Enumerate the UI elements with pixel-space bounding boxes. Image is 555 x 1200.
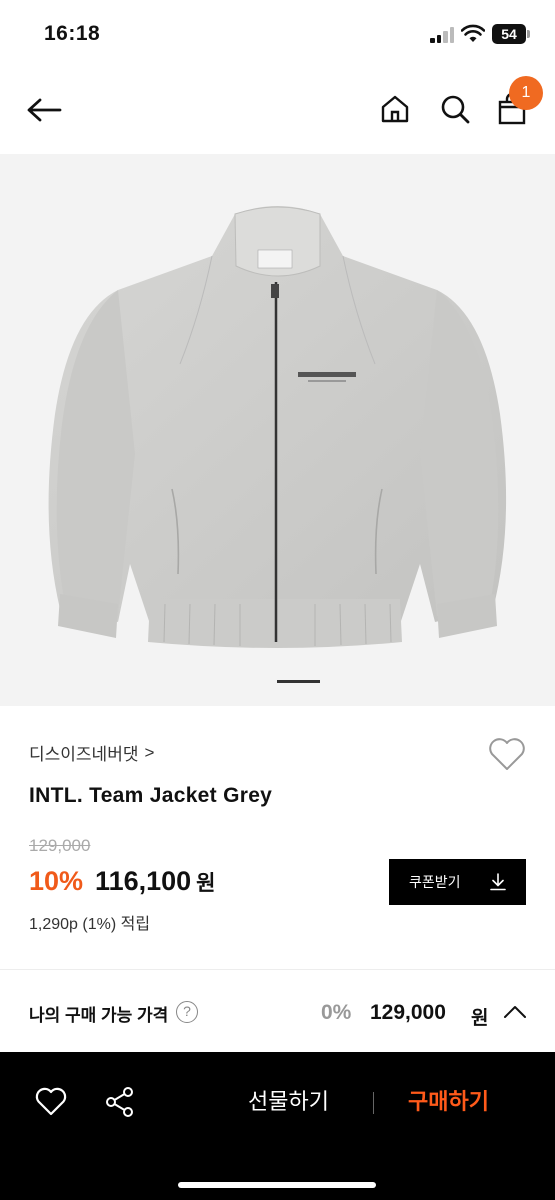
coupon-label: 쿠폰받기 [409, 874, 461, 890]
chevron-right-icon: > [144, 742, 155, 762]
heart-icon [489, 738, 525, 770]
back-arrow-icon [27, 98, 62, 122]
signal-icon [430, 27, 456, 43]
wishlist-button[interactable] [34, 1085, 68, 1119]
bottom-action-bar: 선물하기 구매하기 [0, 1052, 555, 1200]
chevron-up-icon[interactable] [503, 1003, 527, 1021]
reward-points: 1,290p (1%) 적립 [29, 916, 151, 933]
download-icon [490, 873, 506, 891]
product-image-carousel[interactable] [0, 154, 555, 706]
home-icon [381, 95, 409, 123]
product-name: INTL. Team Jacket Grey [29, 784, 273, 807]
price-row: 10% 116,100 원 [29, 866, 215, 897]
help-icon[interactable]: ? [176, 1001, 198, 1023]
wifi-icon [461, 24, 485, 42]
currency-unit: 원 [196, 872, 216, 895]
battery-tip [527, 30, 530, 38]
brand-name: 디스이즈네버댓 [29, 745, 139, 764]
top-nav [0, 70, 555, 154]
available-currency: 원 [471, 1008, 489, 1029]
like-button[interactable] [487, 736, 527, 772]
status-time: 16:18 [44, 22, 101, 45]
available-price-label: 나의 구매 가능 가격 [29, 1006, 169, 1025]
available-price: 129,000 [370, 1001, 446, 1024]
back-button[interactable] [22, 88, 66, 132]
home-indicator[interactable] [178, 1182, 376, 1188]
home-button[interactable] [374, 88, 416, 130]
carousel-indicator [277, 680, 320, 683]
cart-count-badge: 1 [509, 76, 543, 110]
jacket-image [48, 206, 507, 648]
available-discount: 0% [321, 1001, 352, 1024]
gift-button[interactable]: 선물하기 [248, 1084, 329, 1116]
sale-price: 116,100 [95, 866, 192, 896]
discount-rate: 10% [29, 866, 84, 896]
separator [373, 1092, 374, 1114]
buy-button[interactable]: 구매하기 [408, 1084, 489, 1116]
brand-link[interactable]: 디스이즈네버댓 > [29, 740, 154, 765]
original-price: 129,000 [29, 836, 91, 855]
share-button[interactable] [103, 1085, 137, 1119]
search-button[interactable] [434, 88, 476, 130]
heart-icon [35, 1087, 67, 1116]
battery-icon: 54 [492, 24, 526, 44]
search-icon [441, 95, 470, 124]
available-price-row[interactable]: 나의 구매 가능 가격 ? 0% 129,000 원 [0, 970, 555, 1052]
coupon-download-button[interactable]: 쿠폰받기 [389, 859, 526, 905]
share-icon [106, 1087, 133, 1117]
status-bar: 16:18 54 [0, 0, 555, 70]
